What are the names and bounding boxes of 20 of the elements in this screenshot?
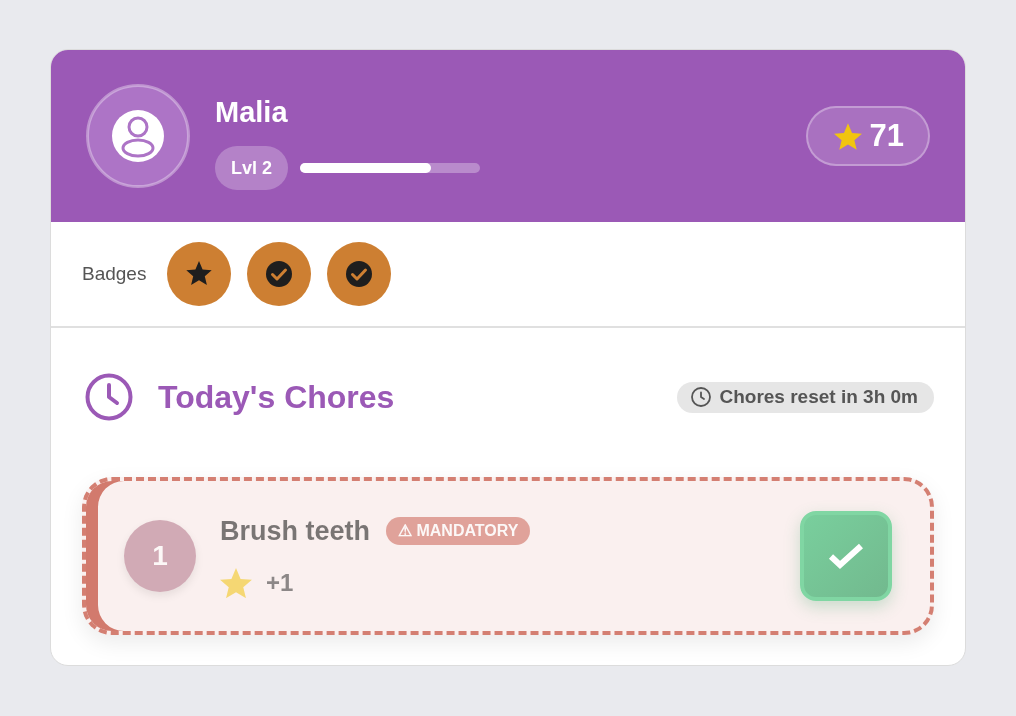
star-icon [833,122,862,150]
complete-button[interactable] [800,511,892,601]
check-icon [828,542,864,570]
clock-icon [691,387,712,407]
clock-icon [85,373,133,421]
section-title: Today's Chores [158,378,395,417]
check-badge-icon [247,242,312,306]
level-label: Lvl 2 [215,145,289,190]
chore-title: Brush teeth [220,515,371,548]
avatar-icon [86,84,190,188]
user-name: Malia [215,94,289,129]
badges-label: Badges [82,263,147,285]
check-badge-icon [327,242,392,306]
star-badge-icon [167,242,232,306]
reward-points: +1 [266,569,294,597]
points-count: 71 [869,118,904,154]
reset-timer-text: Chores reset in 3h 0m [719,386,918,408]
star-icon [220,568,252,598]
chore-number: 1 [124,520,196,592]
mandatory-tag: ⚠ MANDATORY [386,517,531,545]
